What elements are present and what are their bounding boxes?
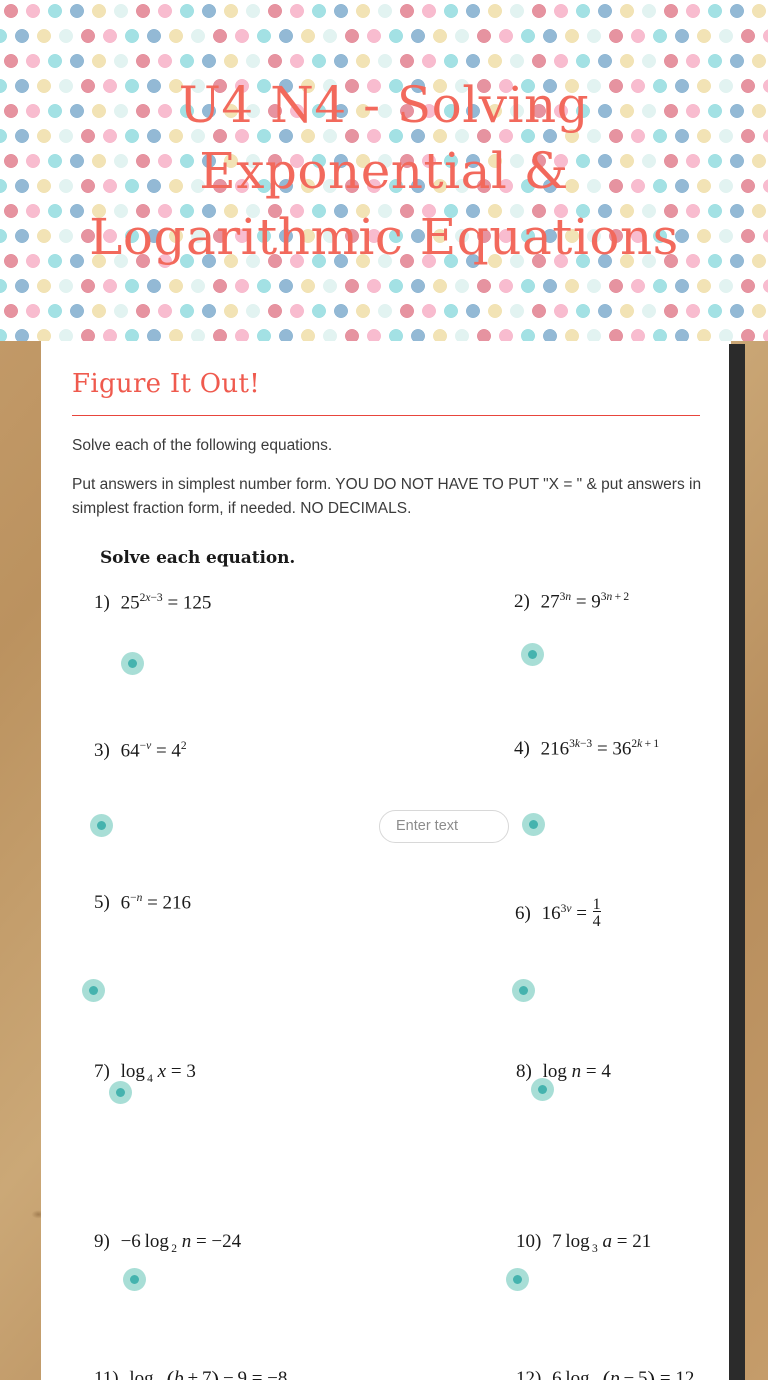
answer-marker-1[interactable] bbox=[121, 651, 144, 675]
vertical-scrollbar[interactable] bbox=[729, 344, 745, 1380]
instruction-line-2: Put answers in simplest number form. YOU… bbox=[72, 476, 702, 517]
answer-marker-7[interactable] bbox=[109, 1080, 132, 1104]
answer-text-input-4[interactable]: Enter text bbox=[379, 809, 509, 843]
answer-marker-6[interactable] bbox=[512, 978, 535, 1002]
worksheet-card-body: Figure It Out! Solve each of the followi… bbox=[41, 341, 731, 1380]
answer-marker-3[interactable] bbox=[90, 813, 113, 837]
problem-2: 2) 273n = 93n + 2 bbox=[514, 590, 630, 613]
problem-3: 3) 64−v = 42 bbox=[94, 739, 187, 762]
worksheet-card: Figure It Out! Solve each of the followi… bbox=[41, 341, 731, 1380]
problem-1: 1) 252x−3 = 125 bbox=[94, 591, 212, 614]
problem-10: 10) 7 log 3 a = 21 bbox=[516, 1230, 652, 1255]
answer-marker-2[interactable] bbox=[521, 642, 544, 666]
problem-9: 9) −6 log 2 n = −24 bbox=[94, 1230, 242, 1255]
worksheet-problem-sheet: Solve each equation. 1) 252x−3 = 125 2) … bbox=[72, 548, 700, 1380]
problem-12: 12) 6 log 3 (p − 5) = 12 bbox=[516, 1366, 695, 1380]
problem-5: 5) 6−n = 216 bbox=[94, 891, 192, 914]
answer-marker-10[interactable] bbox=[506, 1267, 529, 1291]
problem-11: 11) log 9 (b + 7) − 9 = −8 bbox=[94, 1366, 288, 1380]
problem-7: 7) log 4 x = 3 bbox=[94, 1060, 196, 1085]
answer-text-input-placeholder: Enter text bbox=[396, 818, 459, 835]
polka-dot-header-banner: U4 N4 - Solving Exponential & Logarithmi… bbox=[0, 0, 768, 341]
page-title: U4 N4 - Solving Exponential & Logarithmi… bbox=[89, 75, 679, 266]
worksheet-heading: Solve each equation. bbox=[100, 547, 296, 568]
problem-4: 4) 2163k−3 = 362k + 1 bbox=[514, 737, 660, 760]
answer-marker-5[interactable] bbox=[82, 978, 105, 1002]
problem-6: 6) 163v = 14 bbox=[515, 895, 601, 930]
problem-8: 8) log n = 4 bbox=[516, 1060, 611, 1082]
answer-marker-9[interactable] bbox=[123, 1267, 146, 1291]
section-title: Figure It Out! bbox=[72, 369, 260, 399]
instruction-line-1: Solve each of the following equations. bbox=[72, 437, 333, 454]
answer-marker-8[interactable] bbox=[531, 1077, 554, 1101]
section-title-divider bbox=[72, 415, 700, 416]
answer-marker-4[interactable] bbox=[522, 812, 545, 836]
